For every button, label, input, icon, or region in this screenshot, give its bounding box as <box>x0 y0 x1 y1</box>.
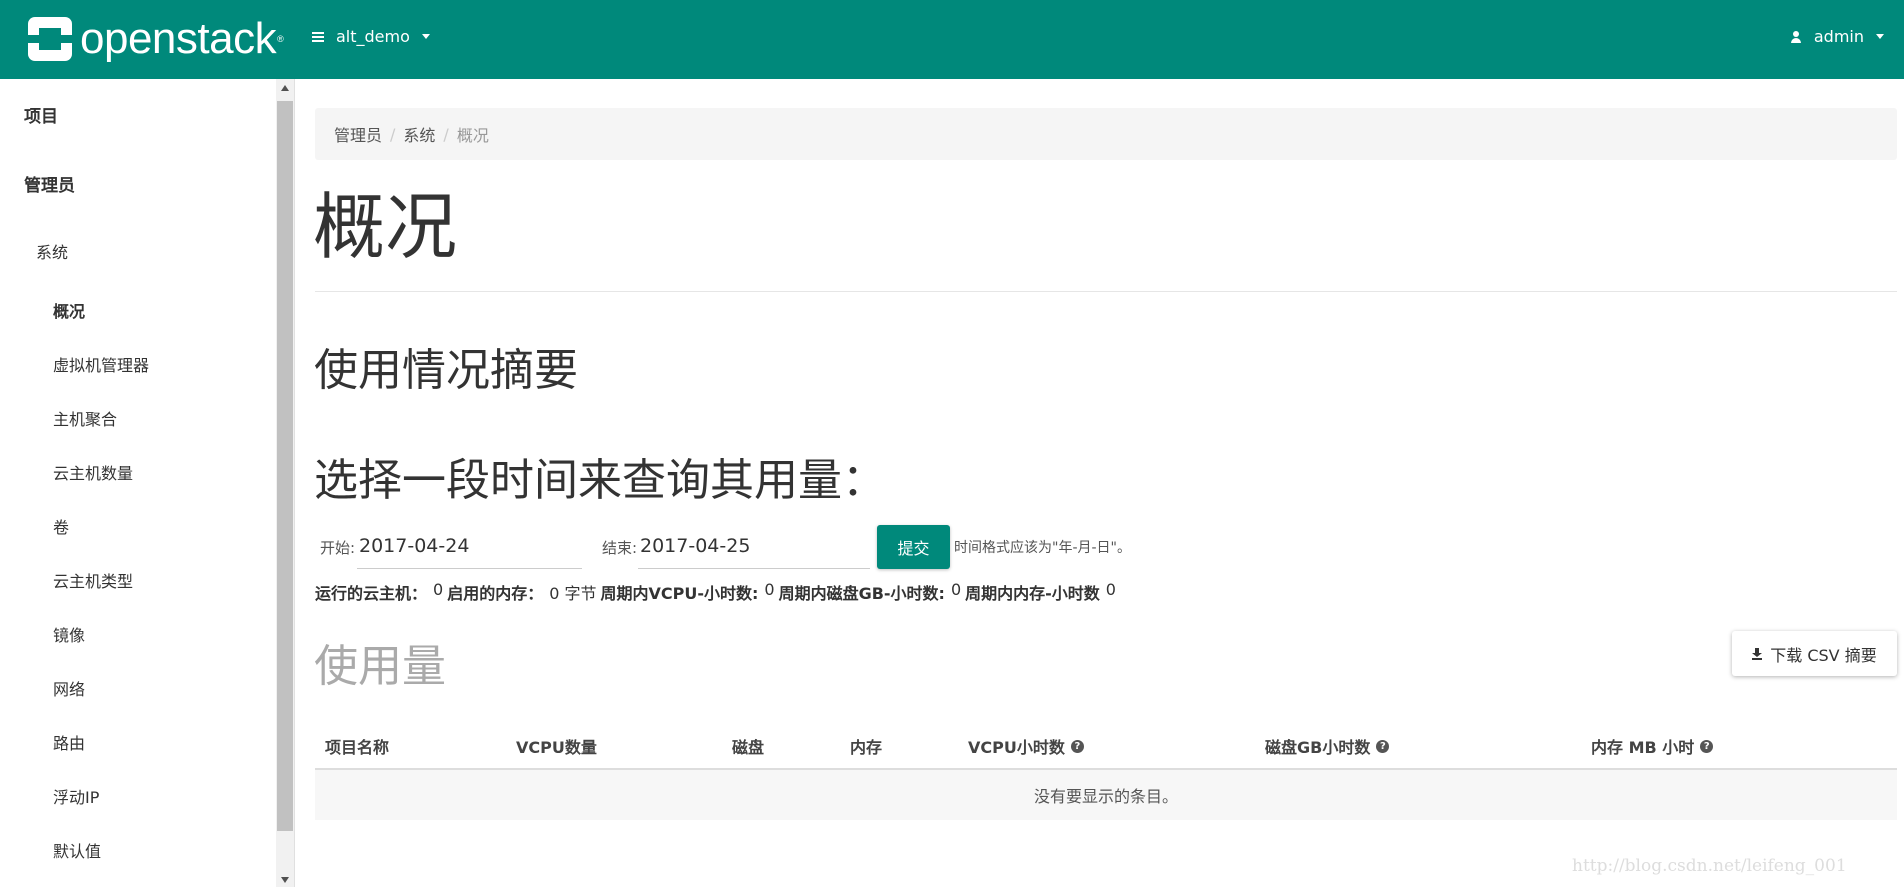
breadcrumb-system[interactable]: 系统 <box>403 122 435 146</box>
user-dropdown[interactable]: admin <box>1790 27 1884 46</box>
submit-button[interactable]: 提交 <box>877 525 950 569</box>
usage-summary-heading: 使用情况摘要 <box>314 345 578 396</box>
breadcrumb-current: 概况 <box>456 126 489 145</box>
download-csv-button[interactable]: 下载 CSV 摘要 <box>1732 631 1897 676</box>
sidebar-item-defaults[interactable]: 默认值 <box>53 838 101 862</box>
start-date-input[interactable] <box>357 523 582 569</box>
sidebar-project[interactable]: 项目 <box>24 102 58 127</box>
watermark: http://blog.csdn.net/leifeng_001 <box>1572 856 1847 876</box>
scroll-down-arrow-icon[interactable] <box>281 877 289 883</box>
stat-label-disk-gb-hours: 周期内磁盘GB-小时数: <box>778 584 945 603</box>
stat-value-vcpu-hours: 0 <box>764 580 775 599</box>
openstack-logo-icon <box>28 17 72 61</box>
user-icon <box>1790 30 1802 43</box>
sidebar-item-instances[interactable]: 云主机数量 <box>53 460 133 484</box>
stat-value-active-ram: 0 字节 <box>549 584 597 603</box>
date-format-hint: 时间格式应该为"年-月-日"。 <box>954 540 1131 556</box>
sidebar-item-flavors[interactable]: 云主机类型 <box>53 568 133 592</box>
start-date-label: 开始: <box>320 539 356 557</box>
user-name: admin <box>1813 27 1864 46</box>
stat-value-running-instances: 0 <box>433 580 444 599</box>
sidebar-admin[interactable]: 管理员 <box>24 171 75 196</box>
help-icon[interactable]: ? <box>1376 739 1390 753</box>
help-icon[interactable]: ? <box>1700 739 1714 753</box>
download-csv-label: 下载 CSV 摘要 <box>1770 645 1877 665</box>
usage-table-heading: 使用量 <box>314 641 446 692</box>
end-date-label: 结束: <box>602 539 638 557</box>
sidebar-item-images[interactable]: 镜像 <box>53 622 85 646</box>
scroll-thumb[interactable] <box>277 101 293 831</box>
sidebar-item-volumes[interactable]: 卷 <box>53 514 69 538</box>
stat-label-ram-hours: 周期内内存-小时数 <box>965 584 1100 603</box>
openstack-logo[interactable]: openstack® <box>28 14 284 64</box>
column-header-vcpu-hours[interactable]: VCPU小时数? <box>968 734 1084 758</box>
sidebar-divider <box>294 79 295 887</box>
page-title: 概况 <box>313 185 458 269</box>
stat-label-vcpu-hours: 周期内VCPU-小时数: <box>600 584 759 603</box>
chevron-down-icon <box>421 34 430 39</box>
brand-name: openstack® <box>80 14 284 63</box>
usage-stats: 运行的云主机： 0 启用的内存： 0 字节 周期内VCPU-小时数: 0 周期内磁盘G… <box>315 580 1120 604</box>
column-header-ram-mb-hours[interactable]: 内存 MB 小时? <box>1591 734 1714 758</box>
breadcrumb-admin[interactable]: 管理员 <box>334 122 382 146</box>
end-date-input[interactable] <box>638 523 870 569</box>
chevron-down-icon <box>1876 34 1884 39</box>
top-navbar: openstack® alt_demo admin <box>0 0 1904 79</box>
usage-table-header: 项目名称 VCPU数量 磁盘 内存 VCPU小时数? 磁盘GB小时数? 内存 M… <box>315 728 1897 770</box>
column-header-vcpus[interactable]: VCPU数量 <box>516 734 597 758</box>
column-header-ram[interactable]: 内存 <box>850 734 882 758</box>
table-empty-row: 没有要显示的条目。 <box>315 770 1897 820</box>
column-header-disk[interactable]: 磁盘 <box>732 734 764 758</box>
title-divider <box>315 291 1897 292</box>
sidebar-scrollbar[interactable] <box>276 79 294 887</box>
sidebar: 项目 管理员 系统 概况 虚拟机管理器 主机聚合 云主机数量 卷 云主机类型 镜… <box>0 79 276 887</box>
project-dropdown[interactable]: alt_demo <box>312 27 430 46</box>
sidebar-system[interactable]: 系统 <box>36 239 68 263</box>
sidebar-item-hypervisors[interactable]: 虚拟机管理器 <box>53 352 149 376</box>
sidebar-item-floating-ips[interactable]: 浮动IP <box>53 784 99 808</box>
column-header-disk-gb-hours[interactable]: 磁盘GB小时数? <box>1265 734 1390 758</box>
stat-value-ram-hours: 0 <box>1105 580 1116 599</box>
scroll-up-arrow-icon[interactable] <box>281 85 289 91</box>
stat-label-active-ram: 启用的内存： <box>447 584 544 603</box>
sidebar-item-routers[interactable]: 路由 <box>53 730 85 754</box>
stat-value-disk-gb-hours: 0 <box>950 580 962 599</box>
project-list-icon <box>312 31 324 42</box>
sidebar-item-host-aggregates[interactable]: 主机聚合 <box>53 406 117 430</box>
help-icon[interactable]: ? <box>1070 739 1084 753</box>
download-icon <box>1752 647 1763 660</box>
column-header-project-name[interactable]: 项目名称 <box>325 734 389 758</box>
sidebar-item-overview[interactable]: 概况 <box>53 298 85 322</box>
project-name: alt_demo <box>336 27 410 46</box>
select-period-heading: 选择一段时间来查询其用量： <box>314 455 886 506</box>
stat-label-running-instances: 运行的云主机： <box>315 584 428 603</box>
sidebar-item-networks[interactable]: 网络 <box>53 676 85 700</box>
breadcrumb: 管理员 / 系统 / 概况 <box>315 108 1897 160</box>
